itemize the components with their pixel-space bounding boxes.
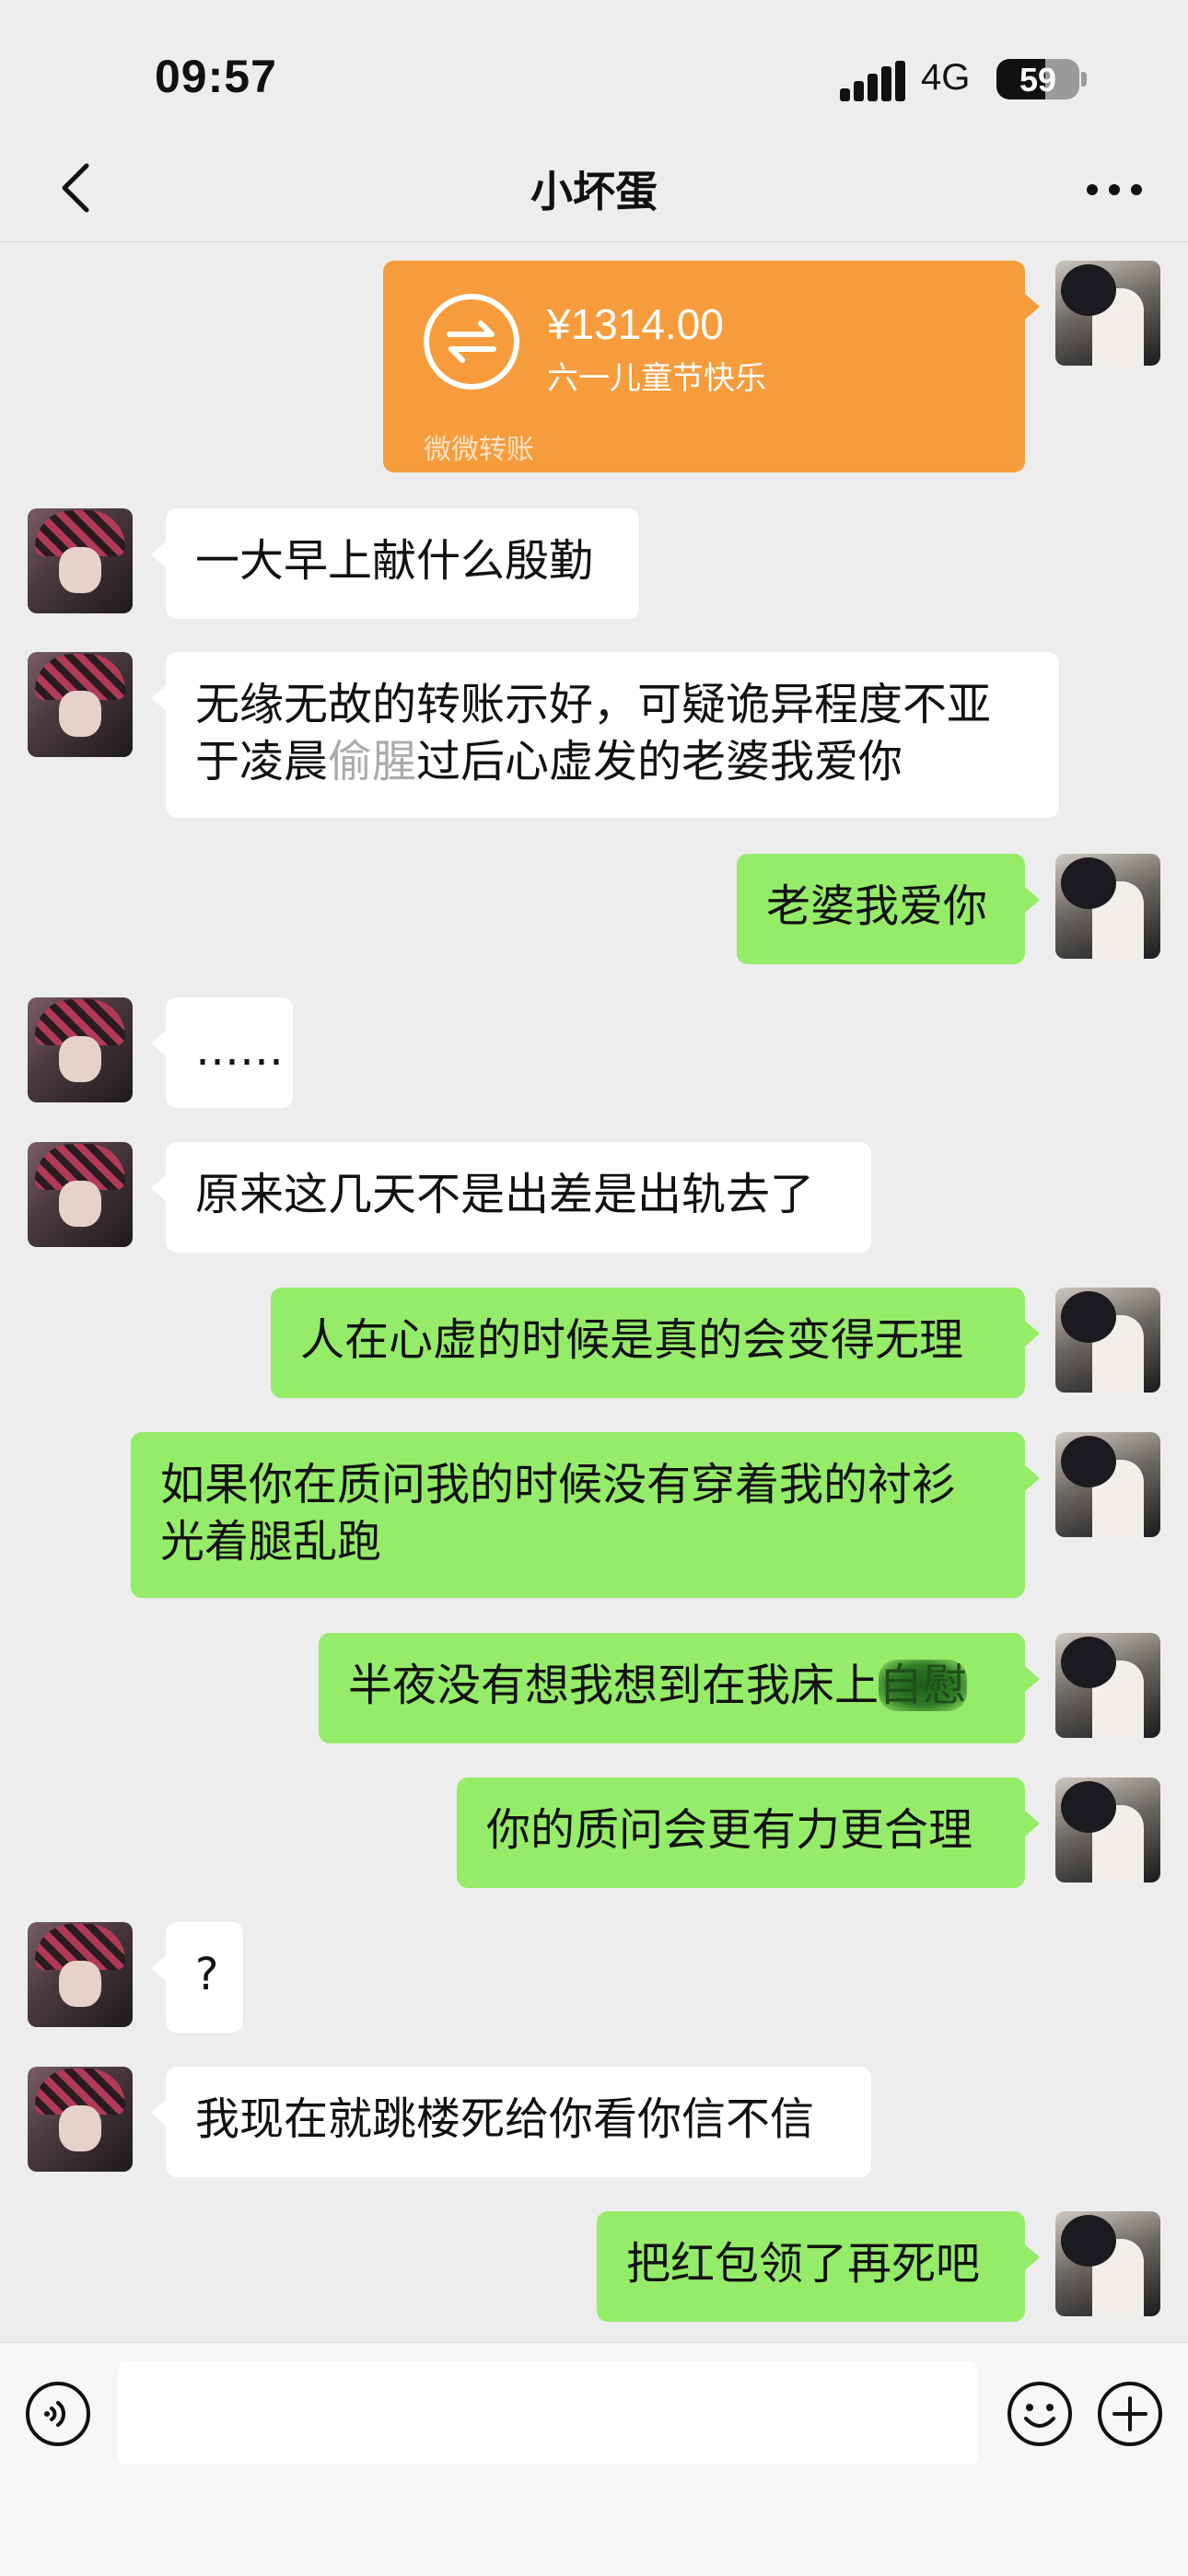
message-text-line: 如果你在质问我的时候没有穿着我的衬衫 bbox=[160, 1459, 957, 1510]
message-bubble[interactable]: 一大早上献什么殷勤 bbox=[151, 508, 639, 619]
message-bubble[interactable]: 人在心虚的时候是真的会变得无理 bbox=[271, 1288, 1040, 1398]
message-text: 我现在就跳楼死给你看你信不信 bbox=[195, 2093, 815, 2145]
message-input[interactable] bbox=[118, 2361, 978, 2465]
message-bubble[interactable]: 我现在就跳楼死给你看你信不信 bbox=[151, 2067, 871, 2177]
avatar-self[interactable] bbox=[1055, 1432, 1160, 1537]
battery-icon: 59 bbox=[996, 59, 1079, 99]
message-bubble[interactable]: 如果你在质问我的时候没有穿着我的衬衫 光着腿乱跑 bbox=[131, 1432, 1040, 1598]
avatar-self[interactable] bbox=[1055, 2211, 1160, 2316]
plus-icon[interactable] bbox=[1096, 2380, 1164, 2448]
avatar-self[interactable] bbox=[1055, 1633, 1160, 1738]
message-text: ? bbox=[195, 1949, 219, 2000]
voice-icon[interactable] bbox=[24, 2380, 92, 2448]
censored-text: 自慰 bbox=[879, 1660, 968, 1711]
avatar-contact[interactable] bbox=[28, 652, 133, 757]
message-text-part: 于凌晨 bbox=[195, 736, 329, 787]
status-bar: 09:57 4G 59 bbox=[0, 0, 1188, 138]
avatar-self[interactable] bbox=[1055, 1778, 1160, 1882]
battery-tip bbox=[1081, 72, 1087, 87]
battery-level: 59 bbox=[1019, 61, 1057, 99]
message-text: 你的质问会更有力更合理 bbox=[486, 1804, 973, 1856]
network-type: 4G bbox=[921, 57, 971, 98]
chat-messages: ¥1314.00 六一儿童节快乐 微微转账 一大早上献什么殷勤 无缘无故的转账示… bbox=[0, 242, 1188, 2342]
status-time: 09:57 bbox=[155, 51, 277, 102]
signal-icon bbox=[840, 61, 908, 101]
chat-title: 小坏蛋 bbox=[530, 167, 658, 216]
message-bubble[interactable]: …… bbox=[151, 997, 293, 1108]
message-bubble[interactable]: 半夜没有想我想到在我床上自慰 bbox=[319, 1633, 1040, 1743]
message-bubble[interactable]: 原来这几天不是出差是出轨去了 bbox=[151, 1142, 871, 1253]
input-bar bbox=[0, 2342, 1188, 2576]
avatar-self[interactable] bbox=[1055, 1288, 1160, 1393]
message-bubble[interactable]: 老婆我爱你 bbox=[737, 854, 1040, 964]
message-text: 老婆我爱你 bbox=[766, 880, 988, 932]
message-text: 原来这几天不是出差是出轨去了 bbox=[195, 1169, 815, 1220]
avatar-contact[interactable] bbox=[28, 2067, 133, 2172]
avatar-contact[interactable] bbox=[28, 1142, 133, 1247]
transfer-icon bbox=[424, 294, 519, 390]
message-bubble[interactable]: 你的质问会更有力更合理 bbox=[457, 1778, 1040, 1888]
message-text-line: 光着腿乱跑 bbox=[160, 1516, 382, 1568]
nav-bar: 小坏蛋 bbox=[0, 138, 1188, 242]
transfer-amount: ¥1314.00 bbox=[547, 300, 724, 348]
avatar-contact[interactable] bbox=[28, 508, 133, 613]
avatar-contact[interactable] bbox=[28, 997, 133, 1102]
message-text-part: 过后心虚发的老婆我爱你 bbox=[416, 736, 903, 787]
message-bubble[interactable]: 把红包领了再死吧 bbox=[597, 2211, 1040, 2322]
ellipsis-icon[interactable] bbox=[1077, 162, 1151, 217]
message-text: 人在心虚的时候是真的会变得无理 bbox=[300, 1314, 964, 1366]
avatar-self[interactable] bbox=[1055, 854, 1160, 959]
emoji-icon[interactable] bbox=[1006, 2380, 1074, 2448]
message-text-part: 半夜没有想我想到在我床上 bbox=[348, 1660, 879, 1711]
message-text-faded: 偷腥 bbox=[328, 736, 417, 787]
message-bubble[interactable]: 无缘无故的转账示好，可疑诡异程度不亚 于凌晨偷腥过后心虚发的老婆我爱你 bbox=[151, 652, 1059, 818]
transfer-card[interactable]: ¥1314.00 六一儿童节快乐 微微转账 bbox=[383, 261, 1040, 472]
avatar-self[interactable] bbox=[1055, 261, 1160, 366]
transfer-note: 六一儿童节快乐 bbox=[547, 360, 766, 397]
message-bubble[interactable]: ? bbox=[151, 1922, 243, 2033]
message-text-line: 无缘无故的转账示好，可疑诡异程度不亚 bbox=[195, 679, 992, 730]
avatar-contact[interactable] bbox=[28, 1922, 133, 2027]
transfer-label: 微微转账 bbox=[424, 434, 534, 466]
message-text: …… bbox=[195, 1024, 284, 1076]
message-text: 一大早上献什么殷勤 bbox=[195, 535, 594, 587]
message-text: 把红包领了再死吧 bbox=[626, 2238, 981, 2290]
